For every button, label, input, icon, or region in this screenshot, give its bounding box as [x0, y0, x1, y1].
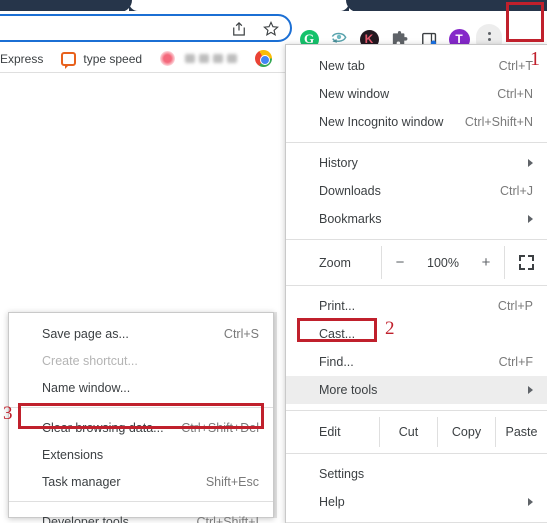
blurred-label — [185, 54, 238, 63]
menu-divider — [286, 453, 547, 454]
active-tab[interactable] — [120, 0, 358, 11]
menu-item-label: More tools — [319, 383, 378, 397]
menu-divider — [286, 239, 547, 240]
menu-item-accel: Ctrl+Shift+I — [196, 514, 259, 523]
browser-screenshot: G K T Express type speed New tab Ctrl+T … — [0, 0, 547, 523]
menu-item-label: History — [319, 156, 358, 170]
menu-item-label: Print... — [319, 299, 356, 313]
copy-button[interactable]: Copy — [437, 417, 495, 447]
menu-item-print[interactable]: Print... Ctrl+P — [286, 292, 547, 320]
zoom-label: Zoom — [319, 255, 351, 270]
menu-item-label: Create shortcut... — [42, 353, 138, 368]
menu-item-downloads[interactable]: Downloads Ctrl+J — [286, 177, 547, 205]
paste-button[interactable]: Paste — [495, 417, 547, 447]
menu-item-label: Task manager — [42, 474, 121, 489]
menu-item-accel: Ctrl+T — [498, 59, 533, 73]
menu-edit-row: Edit Cut Copy Paste — [286, 417, 547, 447]
annotation-number-1: 1 — [530, 48, 540, 70]
menu-item-label: Downloads — [319, 184, 381, 198]
menu-item-new-window[interactable]: New window Ctrl+N — [286, 80, 547, 108]
chevron-right-icon — [528, 215, 533, 223]
menu-item-find[interactable]: Find... Ctrl+F — [286, 348, 547, 376]
menu-item-label: Find... — [319, 355, 354, 369]
zoom-out-button[interactable]: − — [382, 254, 418, 271]
chrome-ball-icon — [255, 50, 273, 67]
bookmark-star-icon[interactable] — [262, 20, 280, 38]
kebab-dot — [487, 31, 491, 35]
menu-item-label: Bookmarks — [319, 212, 382, 226]
menu-divider — [286, 285, 547, 286]
submenu-item-extensions[interactable]: Extensions — [9, 441, 273, 468]
bookmark-type-speed-label: type speed — [83, 51, 143, 66]
zoom-level-value: 100% — [427, 255, 459, 270]
menu-item-accel: Ctrl+P — [497, 299, 533, 313]
menu-item-settings[interactable]: Settings — [286, 460, 547, 488]
menu-item-accel: Ctrl+J — [500, 184, 533, 198]
browser-toolbar: G K T — [0, 11, 547, 54]
annotation-number-3: 3 — [3, 403, 13, 424]
bookmark-blurred[interactable] — [151, 51, 246, 66]
bookmark-express-label: Express — [0, 51, 44, 66]
submenu-item-task-manager[interactable]: Task manager Shift+Esc — [9, 468, 273, 495]
menu-item-history[interactable]: History — [286, 149, 547, 177]
chevron-right-icon — [528, 386, 533, 394]
address-bar[interactable] — [0, 14, 292, 42]
menu-item-label: Name window... — [42, 380, 131, 395]
submenu-shadow — [274, 312, 277, 518]
submenu-item-developer-tools[interactable]: Developer tools Ctrl+Shift+I — [9, 508, 273, 523]
menu-item-accel: Ctrl+N — [497, 87, 533, 101]
edit-label: Edit — [319, 425, 341, 439]
menu-item-label: Help — [319, 495, 345, 509]
zoom-controls: − 100% + — [381, 246, 504, 279]
menu-item-label: New tab — [319, 59, 365, 73]
menu-item-label: Developer tools — [42, 514, 129, 523]
menu-item-more-tools[interactable]: More tools — [286, 376, 547, 404]
menu-item-accel: Ctrl+Shift+N — [464, 115, 533, 129]
submenu-item-create-shortcut: Create shortcut... — [9, 347, 273, 374]
menu-item-bookmarks[interactable]: Bookmarks — [286, 205, 547, 233]
annotation-box-step3 — [18, 403, 264, 429]
tab-strip — [0, 0, 547, 12]
chrome-main-menu: New tab Ctrl+T New window Ctrl+N New Inc… — [285, 44, 547, 523]
share-icon[interactable] — [230, 20, 248, 38]
menu-item-accel: Ctrl+F — [498, 355, 533, 369]
bookmark-express[interactable]: Express — [0, 52, 52, 66]
submenu-item-save-page-as[interactable]: Save page as... Ctrl+S — [9, 320, 273, 347]
menu-zoom-row: Zoom − 100% + — [286, 246, 547, 279]
menu-item-accel: Ctrl+S — [223, 326, 259, 341]
bookmark-type-speed[interactable]: type speed — [52, 51, 151, 69]
menu-item-label: Extensions — [42, 447, 104, 462]
zoom-in-button[interactable]: + — [468, 254, 504, 271]
fullscreen-button[interactable] — [504, 246, 547, 279]
annotation-number-2: 2 — [385, 318, 395, 339]
menu-item-label: New window — [319, 87, 390, 101]
chat-bubble-icon — [61, 51, 77, 69]
cut-button[interactable]: Cut — [379, 417, 437, 447]
annotation-box-step1 — [506, 2, 544, 42]
bookmarks-bar: Express type speed — [0, 44, 285, 73]
chevron-right-icon — [528, 498, 533, 506]
menu-item-label: Save page as... — [42, 326, 129, 341]
menu-item-accel: Shift+Esc — [205, 474, 259, 489]
menu-item-label: Settings — [319, 467, 365, 481]
menu-item-new-tab[interactable]: New tab Ctrl+T — [286, 52, 547, 80]
omnibox-actions — [230, 20, 280, 38]
kebab-dot — [487, 37, 491, 41]
bookmark-chrome[interactable] — [246, 50, 273, 67]
submenu-divider — [9, 501, 273, 502]
menu-item-label: New Incognito window — [319, 115, 444, 129]
menu-item-help[interactable]: Help — [286, 488, 547, 516]
menu-item-new-incognito-window[interactable]: New Incognito window Ctrl+Shift+N — [286, 108, 547, 136]
chevron-right-icon — [528, 159, 533, 167]
menu-divider — [286, 142, 547, 143]
menu-divider — [286, 410, 547, 411]
annotation-box-step2 — [297, 318, 377, 342]
fullscreen-icon — [518, 255, 534, 270]
submenu-item-name-window[interactable]: Name window... — [9, 374, 273, 401]
blurred-favicon-icon — [160, 51, 176, 66]
